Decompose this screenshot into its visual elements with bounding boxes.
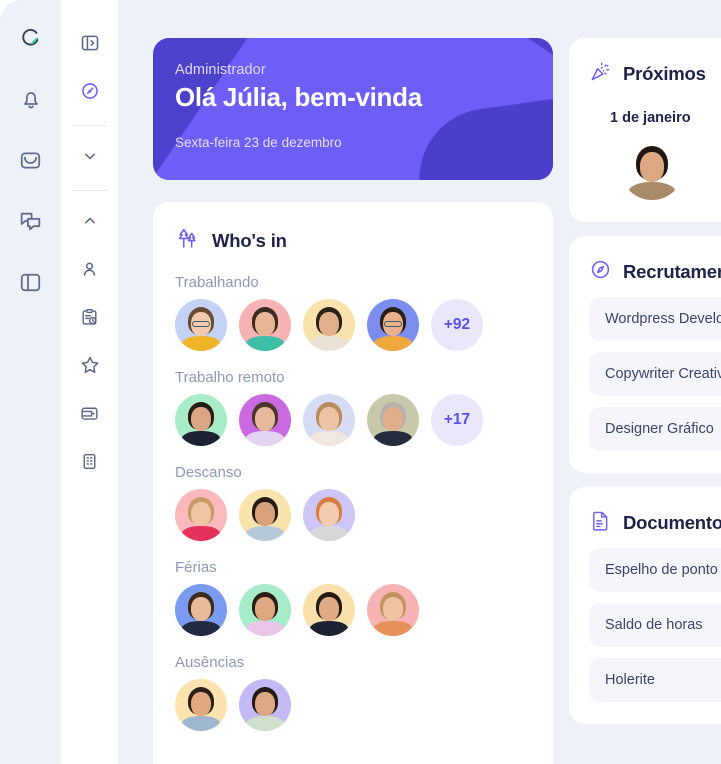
page-title: Olá Júlia, bem-vinda bbox=[175, 82, 422, 112]
avatar[interactable] bbox=[239, 584, 291, 636]
avatar[interactable] bbox=[239, 299, 291, 351]
compass-icon bbox=[589, 258, 612, 286]
avatar[interactable] bbox=[175, 679, 227, 731]
avatar[interactable] bbox=[239, 679, 291, 731]
group-label: Trabalho remoto bbox=[175, 369, 285, 386]
birthdays-card: Próximos 1 de janeiro bbox=[569, 38, 721, 222]
documents-card: Documentos Espelho de ponto Saldo de hora… bbox=[569, 487, 721, 724]
avatar-row: +17 bbox=[175, 394, 531, 446]
dashboard-gauge-icon[interactable] bbox=[73, 74, 107, 108]
party-popper-icon bbox=[589, 60, 612, 88]
avatar[interactable] bbox=[239, 394, 291, 446]
clipboard-clock-icon[interactable] bbox=[73, 300, 107, 334]
chevron-up-icon[interactable] bbox=[73, 204, 107, 238]
recruitment-list-item[interactable]: Designer Gráfico bbox=[589, 407, 721, 451]
avatar[interactable] bbox=[367, 584, 419, 636]
person-icon[interactable] bbox=[73, 252, 107, 286]
avatar-row bbox=[175, 679, 531, 731]
documents-list: Espelho de ponto Saldo de horas Holerite bbox=[589, 548, 721, 702]
panel-icon[interactable] bbox=[11, 262, 51, 302]
avatar-overflow-count[interactable]: +17 bbox=[431, 394, 483, 446]
sidebar-divider bbox=[72, 190, 107, 191]
building-icon[interactable] bbox=[73, 444, 107, 478]
whos-in-header: Who's in bbox=[175, 226, 531, 256]
app-window: Administrador Olá Júlia, bem-vinda Sexta… bbox=[0, 0, 721, 764]
avatar[interactable] bbox=[303, 299, 355, 351]
document-icon bbox=[589, 509, 612, 537]
whos-in-title: Who's in bbox=[212, 230, 287, 251]
documents-list-item[interactable]: Holerite bbox=[589, 658, 721, 702]
inbox-icon[interactable] bbox=[11, 140, 51, 180]
avatar-row bbox=[175, 489, 531, 541]
chat-icon[interactable] bbox=[11, 201, 51, 241]
avatar[interactable] bbox=[175, 394, 227, 446]
icon-rail bbox=[0, 0, 61, 764]
documents-list-item[interactable]: Saldo de horas bbox=[589, 603, 721, 647]
birthdays-title: Próximos bbox=[623, 63, 706, 84]
group-label: Trabalhando bbox=[175, 274, 259, 291]
recruitment-title: Recrutamento bbox=[623, 261, 721, 282]
wallet-icon[interactable] bbox=[73, 396, 107, 430]
avatar[interactable] bbox=[303, 489, 355, 541]
recruitment-header: Recrutamento bbox=[589, 258, 721, 286]
avatar[interactable] bbox=[303, 394, 355, 446]
avatar[interactable] bbox=[175, 489, 227, 541]
birthdays-header: Próximos bbox=[589, 60, 721, 88]
avatar-row: +92 bbox=[175, 299, 531, 351]
sidebar-expand-icon[interactable] bbox=[73, 26, 107, 60]
avatar-overflow-count[interactable]: +92 bbox=[431, 299, 483, 351]
recruitment-card: Recrutamento Wordpress Developer Copywrit… bbox=[569, 236, 721, 473]
right-column: Próximos 1 de janeiro Recrutamento Wordp… bbox=[569, 38, 721, 738]
avatar-row bbox=[175, 584, 531, 636]
whos-in-card: Who's in Trabalhando +92 Trabalho remoto +1… bbox=[153, 202, 553, 764]
current-date: Sexta-feira 23 de dezembro bbox=[175, 135, 342, 150]
avatar[interactable] bbox=[239, 489, 291, 541]
trees-icon bbox=[175, 226, 200, 256]
documents-list-item[interactable]: Espelho de ponto bbox=[589, 548, 721, 592]
birthday-avatar[interactable] bbox=[620, 136, 684, 200]
whos-in-groups: Trabalhando +92 Trabalho remoto +17 Descanso… bbox=[175, 274, 531, 731]
documents-header: Documentos bbox=[589, 509, 721, 537]
welcome-card: Administrador Olá Júlia, bem-vinda Sexta… bbox=[153, 38, 553, 180]
nav-sidebar bbox=[61, 0, 118, 764]
sidebar-divider bbox=[72, 125, 107, 126]
recruitment-list-item[interactable]: Wordpress Developer bbox=[589, 297, 721, 341]
avatar[interactable] bbox=[367, 299, 419, 351]
group-label: Férias bbox=[175, 559, 217, 576]
birthday-date: 1 de janeiro bbox=[610, 110, 691, 126]
avatar[interactable] bbox=[367, 394, 419, 446]
group-label: Ausências bbox=[175, 654, 245, 671]
avatar[interactable] bbox=[175, 584, 227, 636]
group-label: Descanso bbox=[175, 464, 242, 481]
recruitment-list-item[interactable]: Copywriter Creative bbox=[589, 352, 721, 396]
logo-icon[interactable] bbox=[11, 18, 51, 58]
avatar[interactable] bbox=[175, 299, 227, 351]
star-icon[interactable] bbox=[73, 348, 107, 382]
user-role: Administrador bbox=[175, 62, 266, 78]
avatar[interactable] bbox=[303, 584, 355, 636]
recruitment-list: Wordpress Developer Copywriter Creative De… bbox=[589, 297, 721, 451]
chevron-down-icon[interactable] bbox=[73, 139, 107, 173]
documents-title: Documentos bbox=[623, 512, 721, 533]
bell-icon[interactable] bbox=[11, 79, 51, 119]
